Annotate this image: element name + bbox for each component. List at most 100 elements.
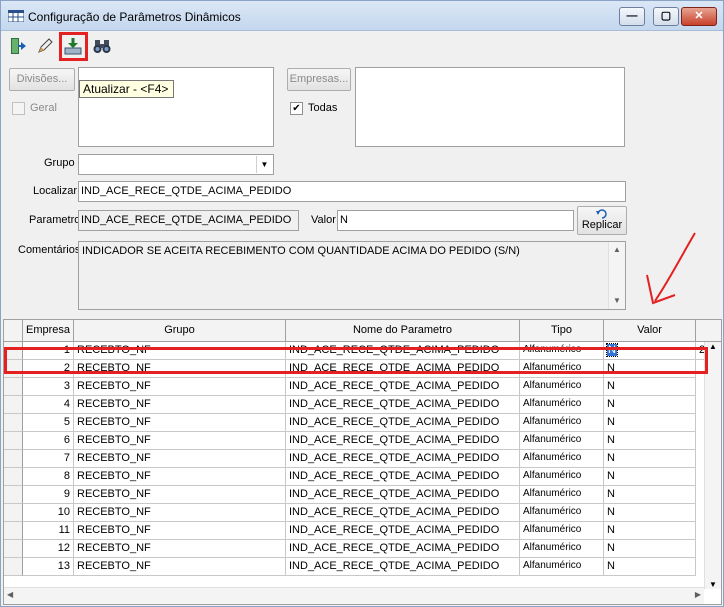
cell-valor[interactable]: N [604, 396, 696, 414]
divisoes-list[interactable] [78, 67, 274, 147]
cell-empresa[interactable]: 13 [23, 558, 74, 576]
cell-tipo[interactable]: Alfanumérico [520, 558, 604, 576]
grid-horizontal-scrollbar[interactable]: ◀ ▶ [4, 587, 704, 604]
cell-nome-parametro[interactable]: IND_ACE_RECE_QTDE_ACIMA_PEDIDO [286, 396, 520, 414]
memo-scrollbar[interactable]: ▲ ▼ [608, 242, 625, 309]
scroll-up-icon[interactable]: ▲ [609, 242, 625, 258]
cell-nome-parametro[interactable]: IND_ACE_RECE_QTDE_ACIMA_PEDIDO [286, 540, 520, 558]
table-row[interactable]: 10 RECEBTO_NF IND_ACE_RECE_QTDE_ACIMA_PEDI… [4, 504, 704, 522]
cell-grupo[interactable]: RECEBTO_NF [74, 432, 286, 450]
table-row[interactable]: 13 RECEBTO_NF IND_ACE_RECE_QTDE_ACIMA_PEDI… [4, 558, 704, 576]
cell-grupo[interactable]: RECEBTO_NF [74, 486, 286, 504]
cell-empresa[interactable]: 8 [23, 468, 74, 486]
cell-tipo[interactable]: Alfanumérico [520, 540, 604, 558]
cell-nome-parametro[interactable]: IND_ACE_RECE_QTDE_ACIMA_PEDIDO [286, 468, 520, 486]
header-empresa[interactable]: Empresa [23, 320, 74, 342]
table-row[interactable]: 4 RECEBTO_NF IND_ACE_RECE_QTDE_ACIMA_PEDID… [4, 396, 704, 414]
cell-nome-parametro[interactable]: IND_ACE_RECE_QTDE_ACIMA_PEDIDO [286, 522, 520, 540]
scroll-down-icon[interactable]: ▼ [609, 293, 625, 309]
cell-tipo[interactable]: Alfanumérico [520, 468, 604, 486]
cell-valor[interactable]: N [604, 468, 696, 486]
table-row[interactable]: 5 RECEBTO_NF IND_ACE_RECE_QTDE_ACIMA_PEDID… [4, 414, 704, 432]
table-row[interactable]: 11 RECEBTO_NF IND_ACE_RECE_QTDE_ACIMA_PEDI… [4, 522, 704, 540]
table-row[interactable]: 3 RECEBTO_NF IND_ACE_RECE_QTDE_ACIMA_PEDID… [4, 378, 704, 396]
todas-checkbox[interactable]: ✔ [290, 102, 303, 115]
empresas-button[interactable]: Empresas... [287, 68, 351, 91]
empresas-list[interactable] [355, 67, 625, 147]
find-button[interactable] [89, 33, 114, 58]
cell-grupo[interactable]: RECEBTO_NF [74, 468, 286, 486]
cell-empresa[interactable]: 4 [23, 396, 74, 414]
cell-grupo[interactable]: RECEBTO_NF [74, 558, 286, 576]
minimize-button[interactable]: — [619, 7, 645, 26]
edit-button[interactable] [32, 33, 57, 58]
cell-valor[interactable]: N [604, 504, 696, 522]
cell-grupo-text: RECEBTO_NF [77, 398, 151, 410]
cell-tipo[interactable]: Alfanumérico [520, 504, 604, 522]
geral-checkbox[interactable] [12, 102, 25, 115]
valor-input[interactable]: N [337, 210, 574, 231]
scroll-right-icon[interactable]: ▶ [695, 590, 701, 599]
cell-grupo[interactable]: RECEBTO_NF [74, 450, 286, 468]
cell-empresa[interactable]: 12 [23, 540, 74, 558]
cell-grupo[interactable]: RECEBTO_NF [74, 522, 286, 540]
close-button[interactable]: ✕ [681, 7, 717, 26]
cell-valor[interactable]: N [604, 378, 696, 396]
cell-tipo[interactable]: Alfanumérico [520, 486, 604, 504]
cell-nome-parametro-text: IND_ACE_RECE_QTDE_ACIMA_PEDIDO [289, 506, 500, 518]
table-row[interactable]: 8 RECEBTO_NF IND_ACE_RECE_QTDE_ACIMA_PEDID… [4, 468, 704, 486]
header-tipo[interactable]: Tipo [520, 320, 604, 342]
cell-empresa[interactable]: 3 [23, 378, 74, 396]
scroll-down-icon[interactable]: ▼ [705, 580, 721, 589]
cell-nome-parametro[interactable]: IND_ACE_RECE_QTDE_ACIMA_PEDIDO [286, 450, 520, 468]
table-row[interactable]: 9 RECEBTO_NF IND_ACE_RECE_QTDE_ACIMA_PEDID… [4, 486, 704, 504]
maximize-button[interactable]: ▢ [653, 7, 679, 26]
scroll-left-icon[interactable]: ◀ [7, 590, 13, 599]
cell-nome-parametro[interactable]: IND_ACE_RECE_QTDE_ACIMA_PEDIDO [286, 558, 520, 576]
cell-empresa[interactable]: 5 [23, 414, 74, 432]
cell-tipo[interactable]: Alfanumérico [520, 450, 604, 468]
header-nome-parametro[interactable]: Nome do Parametro [286, 320, 520, 342]
replicar-button[interactable]: Replicar [577, 206, 627, 235]
cell-valor[interactable]: N [604, 450, 696, 468]
refresh-button[interactable] [59, 32, 88, 61]
cell-empresa[interactable]: 6 [23, 432, 74, 450]
cell-tipo[interactable]: Alfanumérico [520, 396, 604, 414]
comentarios-memo[interactable]: INDICADOR SE ACEITA RECEBIMENTO COM QUAN… [78, 241, 626, 310]
cell-tipo[interactable]: Alfanumérico [520, 378, 604, 396]
cell-grupo[interactable]: RECEBTO_NF [74, 396, 286, 414]
table-row[interactable]: 12 RECEBTO_NF IND_ACE_RECE_QTDE_ACIMA_PEDI… [4, 540, 704, 558]
toolbar [1, 32, 723, 61]
cell-nome-parametro[interactable]: IND_ACE_RECE_QTDE_ACIMA_PEDIDO [286, 414, 520, 432]
divisoes-button[interactable]: Divisões... [9, 68, 75, 91]
cell-valor[interactable]: N [604, 558, 696, 576]
cell-empresa[interactable]: 10 [23, 504, 74, 522]
cell-nome-parametro[interactable]: IND_ACE_RECE_QTDE_ACIMA_PEDIDO [286, 504, 520, 522]
localizar-input[interactable]: IND_ACE_RECE_QTDE_ACIMA_PEDIDO [78, 181, 626, 202]
header-grupo[interactable]: Grupo [74, 320, 286, 342]
cell-empresa[interactable]: 9 [23, 486, 74, 504]
cell-valor[interactable]: N [604, 540, 696, 558]
table-row[interactable]: 6 RECEBTO_NF IND_ACE_RECE_QTDE_ACIMA_PEDID… [4, 432, 704, 450]
cell-empresa[interactable]: 11 [23, 522, 74, 540]
cell-nome-parametro[interactable]: IND_ACE_RECE_QTDE_ACIMA_PEDIDO [286, 486, 520, 504]
header-valor[interactable]: Valor [604, 320, 696, 342]
cell-grupo[interactable]: RECEBTO_NF [74, 378, 286, 396]
cell-grupo[interactable]: RECEBTO_NF [74, 540, 286, 558]
cell-tipo[interactable]: Alfanumérico [520, 522, 604, 540]
cell-valor[interactable]: N [604, 414, 696, 432]
cell-tipo[interactable]: Alfanumérico [520, 432, 604, 450]
grid-vertical-scrollbar[interactable]: ▲ ▼ [704, 342, 721, 589]
exit-button[interactable] [5, 33, 30, 58]
cell-nome-parametro[interactable]: IND_ACE_RECE_QTDE_ACIMA_PEDIDO [286, 378, 520, 396]
cell-valor[interactable]: N [604, 432, 696, 450]
cell-tipo[interactable]: Alfanumérico [520, 414, 604, 432]
cell-valor[interactable]: N [604, 486, 696, 504]
grupo-select[interactable]: ▼ [78, 154, 274, 175]
cell-valor[interactable]: N [604, 522, 696, 540]
table-row[interactable]: 7 RECEBTO_NF IND_ACE_RECE_QTDE_ACIMA_PEDID… [4, 450, 704, 468]
cell-grupo[interactable]: RECEBTO_NF [74, 414, 286, 432]
cell-nome-parametro[interactable]: IND_ACE_RECE_QTDE_ACIMA_PEDIDO [286, 432, 520, 450]
cell-grupo[interactable]: RECEBTO_NF [74, 504, 286, 522]
cell-empresa[interactable]: 7 [23, 450, 74, 468]
